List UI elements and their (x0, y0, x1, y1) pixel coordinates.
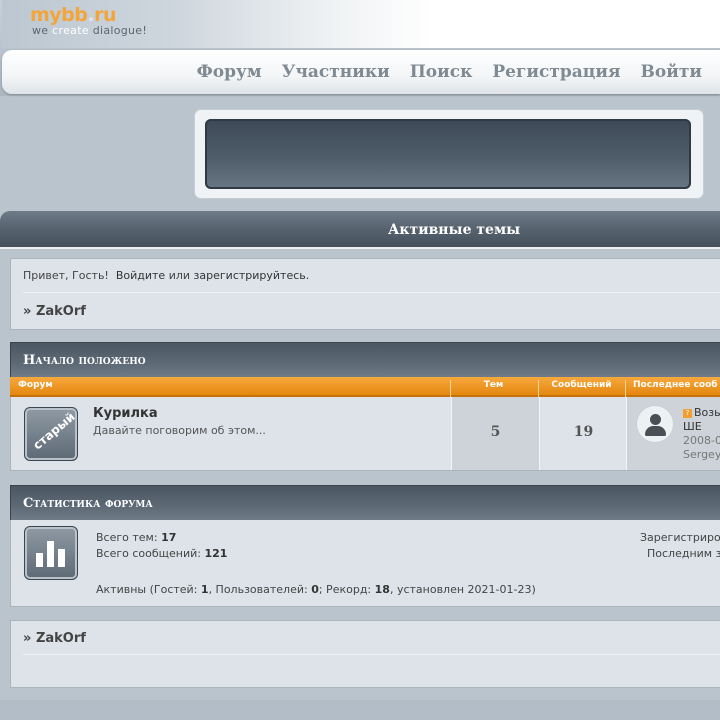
site-logo[interactable]: mybb.ru (30, 4, 117, 26)
breadcrumb-forum-link[interactable]: ZakOrf (36, 304, 86, 319)
breadcrumb: » ZakOrf (23, 304, 86, 319)
question-icon: ? (683, 409, 692, 418)
forum-posts-cell: 19 (539, 397, 627, 470)
active-users-link[interactable]: Активны (96, 583, 146, 596)
greeting-text: Привет, Гость! (23, 269, 109, 282)
register-link[interactable]: зарегистрируйтесь. (194, 269, 310, 282)
last-post-user[interactable]: Sergey (683, 448, 720, 461)
forum-last-post-cell: ? Возь ШЕ 2008-0 Sergey (626, 397, 720, 470)
divider (23, 292, 720, 293)
category-header: Начало положено (10, 342, 720, 378)
forum-posts-count: 19 (573, 424, 594, 440)
forum-topics-cell: 5 (451, 397, 539, 470)
forum-title-link[interactable]: Курилка (93, 406, 158, 421)
stat-total-topics: Всего тем: 17 (96, 531, 177, 544)
stat-total-posts: Всего сообщений: 121 (96, 547, 228, 560)
stat-registered: Зарегистриро (640, 531, 720, 544)
stats-title: Статистика форума (23, 496, 153, 511)
last-post-topic-link[interactable]: ? Возь (683, 406, 720, 419)
forum-description: Давайте поговорим об этом... (93, 424, 266, 437)
forum-column-headers: Форум Тем Сообщений Последнее сооб (10, 377, 720, 398)
breadcrumb-forum-link[interactable]: ZakOrf (36, 631, 86, 646)
stats-chart-icon (24, 526, 78, 580)
site-header: mybb.ru we create dialogue! Форум Участн… (0, 0, 720, 96)
divider (23, 654, 720, 655)
login-link[interactable]: Войдите (116, 269, 165, 282)
tagline-word-2: create (52, 24, 89, 37)
stats-panel: Всего тем: 17 Всего сообщений: 121 Зарег… (10, 520, 720, 607)
breadcrumb-prefix: » (23, 631, 32, 646)
nav-forum[interactable]: Форум (197, 62, 262, 82)
column-topics: Тем (483, 380, 504, 390)
column-posts: Сообщений (551, 380, 612, 390)
forum-row: старый Курилка Давайте поговорим об этом… (10, 397, 720, 471)
page-footer-bar (0, 700, 720, 720)
nav-register[interactable]: Регистрация (492, 62, 620, 82)
last-post-date: 2008-0 (683, 434, 720, 447)
active-topics-bar[interactable]: Активные темы (0, 211, 720, 249)
footer-breadcrumb-panel: » ZakOrf (10, 620, 720, 688)
logo-name-part2: ru (94, 4, 117, 26)
nav-login[interactable]: Войти (641, 62, 702, 82)
active-topics-link[interactable]: Активные темы (388, 222, 520, 238)
stats-header: Статистика форума (10, 485, 720, 521)
banner-frame (195, 110, 703, 198)
banner-area (205, 119, 691, 189)
category-title[interactable]: Начало положено (23, 353, 146, 368)
logo-area: mybb.ru we create dialogue! (2, 0, 720, 48)
breadcrumb-bottom: » ZakOrf (23, 631, 86, 646)
forum-status-label: старый (30, 409, 78, 453)
stat-online: Активны (Гостей: 1, Пользователей: 0; Ре… (96, 583, 536, 596)
tagline-word-1: we (32, 24, 49, 37)
column-forum: Форум (18, 380, 53, 390)
welcome-panel: Привет, Гость! Войдите или зарегистрируй… (10, 258, 720, 330)
logo-tagline: we create dialogue! (32, 24, 147, 37)
breadcrumb-prefix: » (23, 304, 32, 319)
stat-last-registered: Последним з (647, 547, 720, 560)
nav-search[interactable]: Поиск (410, 62, 473, 82)
last-post-topic-cont[interactable]: ШЕ (683, 420, 702, 433)
guest-greeting: Привет, Гость! Войдите или зарегистрируй… (23, 269, 309, 282)
last-post-topic: Возь (694, 406, 720, 419)
nav-members[interactable]: Участники (282, 62, 390, 82)
forum-status-icon: старый (24, 407, 78, 461)
user-avatar-icon[interactable] (637, 406, 673, 442)
tagline-word-3: dialogue! (92, 24, 148, 37)
main-navigation: Форум Участники Поиск Регистрация Войти (2, 50, 720, 94)
greeting-or: или (168, 269, 191, 282)
column-separator (625, 380, 626, 398)
forum-topics-count: 5 (490, 424, 501, 440)
column-last-post: Последнее сооб (633, 380, 718, 390)
logo-name-part1: mybb (30, 4, 88, 26)
